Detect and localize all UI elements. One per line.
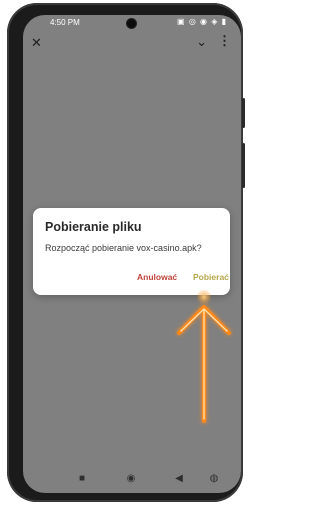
dialog-title: Pobieranie pliku [45, 220, 142, 234]
back-icon[interactable]: ◀ [173, 473, 185, 485]
power-button [242, 143, 245, 188]
dialog-message: Rozpocząć pobieranie vox-casino.apk? [45, 243, 202, 253]
phone-frame: 4:50 PM ▣ ◎ ◉ ◈ ▮ ✕ ⌄ ⋮ Pobieranie pliku… [7, 3, 245, 502]
download-dialog: Pobieranie pliku Rozpocząć pobieranie vo… [33, 208, 230, 295]
volume-button [242, 98, 245, 128]
browser-top-bar: ✕ ⌄ ⋮ [23, 31, 241, 57]
chevron-down-icon[interactable]: ⌄ [196, 35, 207, 48]
cancel-button[interactable]: Anulować [137, 272, 177, 282]
status-time: 4:50 PM [50, 18, 80, 27]
system-nav-bar: ■ ◉ ◀ ◍ [23, 465, 241, 493]
front-camera-icon [127, 19, 136, 28]
accessibility-icon[interactable]: ◍ [208, 473, 220, 485]
close-icon[interactable]: ✕ [31, 36, 42, 49]
more-vert-icon[interactable]: ⋮ [218, 34, 231, 47]
phone-screen: 4:50 PM ▣ ◎ ◉ ◈ ▮ ✕ ⌄ ⋮ Pobieranie pliku… [23, 15, 241, 493]
recents-icon[interactable]: ■ [76, 473, 88, 485]
status-icons: ▣ ◎ ◉ ◈ ▮ [177, 17, 227, 26]
home-icon[interactable]: ◉ [125, 473, 137, 485]
download-button[interactable]: Pobierać [193, 272, 229, 282]
